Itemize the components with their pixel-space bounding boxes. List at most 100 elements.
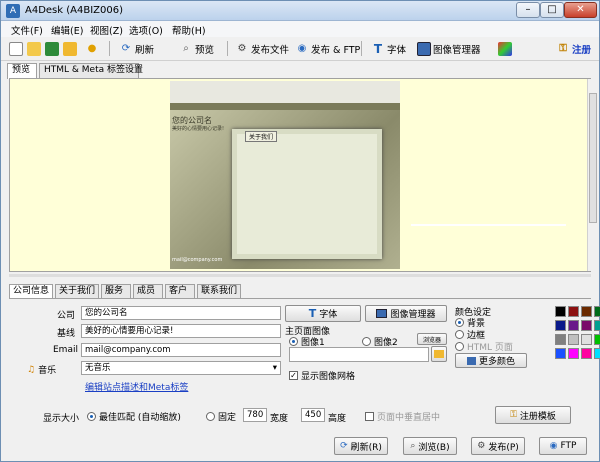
tab-about-us[interactable]: 关于我们 <box>55 284 99 298</box>
toolbar-separator <box>227 41 228 56</box>
tab-html-meta[interactable]: HTML & Meta 标签设置 <box>39 63 143 78</box>
publish-file-button[interactable]: ⚙ 发布文件 <box>235 39 290 58</box>
radio-on <box>87 412 96 421</box>
color-swatch[interactable] <box>594 348 600 359</box>
image-path-input[interactable] <box>289 347 429 362</box>
color-palette-button[interactable] <box>498 39 512 58</box>
folder-icon <box>63 41 77 56</box>
color-swatch[interactable] <box>568 334 579 345</box>
color-swatch[interactable] <box>594 306 600 317</box>
publish-ftp-button[interactable]: ◉ 发布 & FTP <box>295 39 361 58</box>
show-grid-label: 显示图像网格 <box>301 372 356 382</box>
app-icon: A <box>6 4 20 18</box>
publish-icon: ⚙ <box>237 42 247 54</box>
seo-link[interactable]: 编辑站点描述和Meta标签 <box>85 380 188 393</box>
color-swatch[interactable] <box>555 320 566 331</box>
slogan-input[interactable]: 美好的心情要用心记录! <box>81 324 281 338</box>
font-button[interactable]: T 字体 <box>371 39 406 58</box>
footer-preview-button[interactable]: ⌕ 浏览(B) <box>403 437 457 455</box>
toolbar: ● ⟳ 刷新 ⌕ 预览 ⚙ 发布文件 ◉ 发布 & FTP T 字体 图像管理器 ⚿ 注册 <box>1 37 599 61</box>
tab-preview[interactable]: 预览 <box>7 63 37 79</box>
new-button[interactable] <box>9 39 23 58</box>
close-button[interactable]: ✕ <box>564 2 597 18</box>
image-manager-button[interactable]: 图像管理器 <box>417 39 481 58</box>
email-input[interactable]: mail@company.com <box>81 343 281 357</box>
toolbar-separator <box>109 41 110 56</box>
color-swatch[interactable] <box>581 306 592 317</box>
tab-contact-us[interactable]: 联系我们 <box>197 284 241 298</box>
color-swatch[interactable] <box>555 334 566 345</box>
preview-label: 预览 <box>195 44 215 56</box>
new-file-icon <box>9 41 23 56</box>
height-input[interactable]: 450 <box>301 408 325 422</box>
radio-off <box>455 342 464 351</box>
folder-button[interactable] <box>63 39 77 58</box>
tab-clients[interactable]: 客户 <box>165 284 195 298</box>
refresh-button[interactable]: ⟳ 刷新 <box>119 39 154 58</box>
color-swatch[interactable] <box>594 320 600 331</box>
company-input[interactable]: 您的公司名 <box>81 306 281 320</box>
browse-button[interactable]: 浏览器 <box>417 333 447 345</box>
save-icon <box>45 41 59 56</box>
music-select-value: 无音乐 <box>85 363 111 373</box>
color-swatch[interactable] <box>555 348 566 359</box>
preview-button[interactable]: ⌕ 预览 <box>179 39 214 58</box>
open-image-button[interactable] <box>431 346 447 362</box>
checkbox-checked: ✓ <box>289 371 298 380</box>
image-icon <box>417 41 431 56</box>
fixed-label: 固定 <box>218 413 237 423</box>
center-vertical-checkbox[interactable]: 页面中垂直居中 <box>365 410 440 423</box>
menu-options[interactable]: 选项(O) <box>129 23 163 37</box>
color-swatch[interactable] <box>568 320 579 331</box>
color-swatch[interactable] <box>568 306 579 317</box>
register-template-button[interactable]: ⚿ 注册模板 <box>495 406 571 424</box>
color-swatch[interactable] <box>581 334 592 345</box>
color-swatch[interactable] <box>568 348 579 359</box>
music-label: 音乐 <box>38 366 57 376</box>
show-grid-checkbox[interactable]: ✓ 显示图像网格 <box>289 369 355 382</box>
image-manager-panel-button[interactable]: 图像管理器 <box>365 305 447 322</box>
title-bar: A A4Desk (A4BIZ006) – □ ✕ <box>1 1 599 21</box>
footer-refresh-button[interactable]: ⟳ 刷新(R) <box>334 437 388 455</box>
register-button[interactable]: ⚿ 注册 <box>556 39 591 58</box>
footer-ftp-button[interactable]: ◉ FTP <box>539 437 587 455</box>
tab-members[interactable]: 成员 <box>133 284 163 298</box>
radio-off <box>362 337 371 346</box>
fixed-size-radio[interactable]: 固定 <box>206 410 236 423</box>
font-panel-button[interactable]: T 字体 <box>285 305 361 322</box>
save-button[interactable] <box>45 39 59 58</box>
color-swatch[interactable] <box>594 334 600 345</box>
splitter[interactable] <box>9 274 591 277</box>
preview-scrollbar[interactable] <box>587 79 597 271</box>
color-swatch[interactable] <box>581 320 592 331</box>
open-button[interactable] <box>27 39 41 58</box>
tab-company-info[interactable]: 公司信息 <box>9 284 53 298</box>
tab-services[interactable]: 服务 <box>101 284 131 298</box>
maximize-button[interactable]: □ <box>540 2 564 18</box>
more-colors-button[interactable]: 更多颜色 <box>455 353 527 368</box>
globe-icon: ◉ <box>297 42 307 54</box>
menu-edit[interactable]: 编辑(E) <box>51 23 83 37</box>
color-swatch[interactable] <box>555 306 566 317</box>
site-email: mail@company.com <box>172 257 223 263</box>
menu-help[interactable]: 帮助(H) <box>172 23 206 37</box>
radio-on <box>289 337 298 346</box>
color-html-radio[interactable]: HTML 页面 <box>455 340 513 353</box>
open-folder-icon <box>27 41 41 56</box>
tip-button[interactable]: ● <box>85 39 99 58</box>
music-select[interactable]: 无音乐 ▾ <box>81 361 281 375</box>
app-window: A A4Desk (A4BIZ006) – □ ✕ 文件(F) 编辑(E) 视图… <box>0 0 600 462</box>
footer-publish-button[interactable]: ⚙ 发布(P) <box>471 437 525 455</box>
display-size-label: 显示大小 <box>43 414 80 424</box>
menu-view[interactable]: 视图(Z) <box>90 23 123 37</box>
menu-file[interactable]: 文件(F) <box>11 23 43 37</box>
fit-best-radio[interactable]: 最佳匹配 (自动缩放) <box>87 410 181 423</box>
color-swatch[interactable] <box>581 348 592 359</box>
width-input[interactable]: 780 <box>243 408 267 422</box>
image-manager-panel-label: 图像管理器 <box>390 310 436 320</box>
scrollbar-thumb[interactable] <box>589 93 597 223</box>
height-label: 高度 <box>328 414 347 424</box>
slogan-label: 基线 <box>57 329 76 339</box>
minimize-button[interactable]: – <box>516 2 540 18</box>
preview-pane: 您的公司名 美好的心情要用心记录! 关于我们 mail@company.com <box>9 78 597 272</box>
